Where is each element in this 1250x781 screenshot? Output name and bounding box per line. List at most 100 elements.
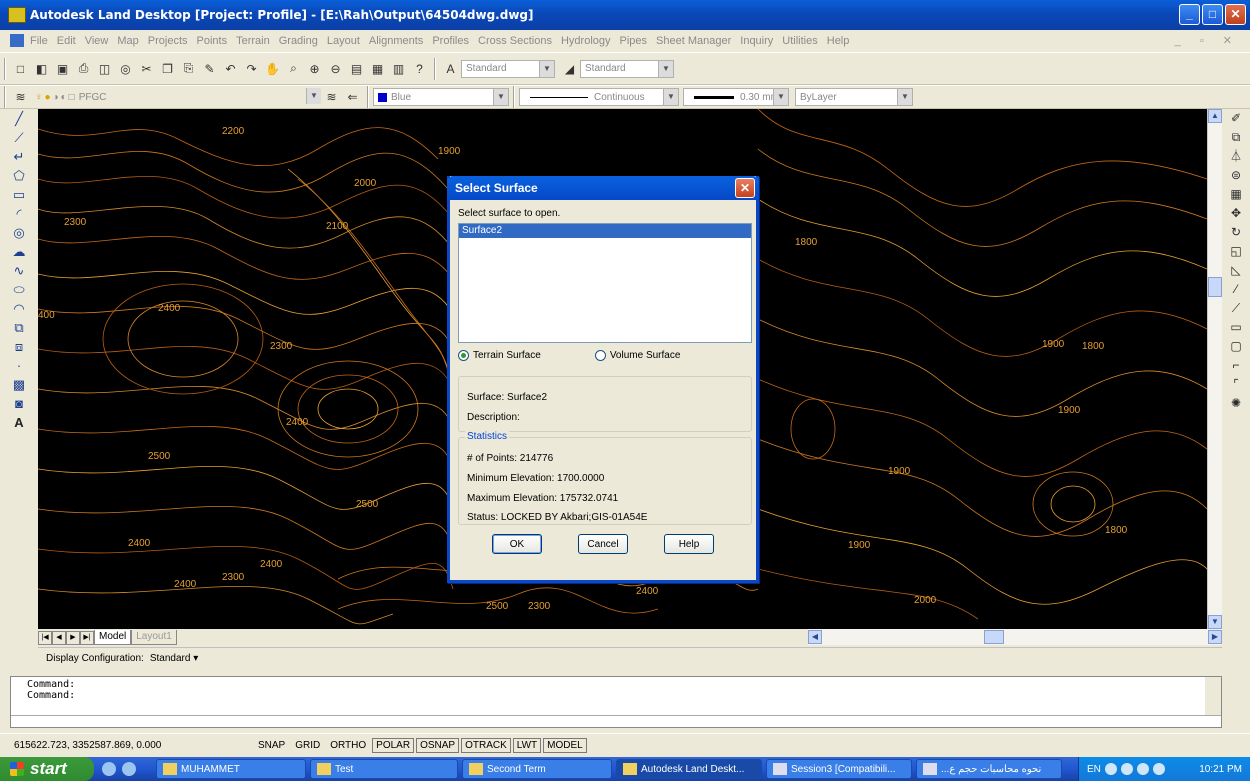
menu-points[interactable]: Points: [197, 35, 228, 47]
menu-cross-sections[interactable]: Cross Sections: [478, 35, 552, 47]
scroll-right-button[interactable]: ▶: [1208, 630, 1222, 644]
scale-icon[interactable]: ◱: [1222, 242, 1250, 261]
text-style-select[interactable]: Standard ▼: [461, 59, 555, 78]
extend-icon[interactable]: ⟋: [1222, 299, 1250, 318]
stretch-icon[interactable]: ◺: [1222, 261, 1250, 280]
ok-button[interactable]: OK: [492, 534, 542, 554]
color-select[interactable]: Blue ▼: [373, 88, 509, 106]
preview-icon[interactable]: ◫: [96, 60, 113, 77]
menu-view[interactable]: View: [85, 35, 109, 47]
scroll-left-button[interactable]: ◀: [808, 630, 822, 644]
command-window[interactable]: Command: Command:: [10, 676, 1222, 728]
menu-pipes[interactable]: Pipes: [620, 35, 648, 47]
zoom-window-icon[interactable]: ⊕: [306, 60, 323, 77]
array-icon[interactable]: ▦: [1222, 185, 1250, 204]
maximize-button[interactable]: □: [1202, 4, 1223, 25]
layer-previous-icon[interactable]: ⇐: [344, 89, 361, 106]
tool-palette-icon[interactable]: ▥: [390, 60, 407, 77]
menu-file[interactable]: File: [30, 35, 48, 47]
print-icon[interactable]: ⎙: [75, 60, 92, 77]
last-tab-button[interactable]: ▶|: [80, 630, 94, 645]
publish-icon[interactable]: ◎: [117, 60, 134, 77]
chamfer-icon[interactable]: ⌐: [1222, 356, 1250, 375]
prev-tab-button[interactable]: ◀: [52, 630, 66, 645]
paste-icon[interactable]: ⎘: [180, 60, 197, 77]
command-input[interactable]: [11, 715, 1221, 727]
construction-line-icon[interactable]: ⟋: [0, 128, 38, 147]
lwt-toggle[interactable]: LWT: [512, 738, 542, 753]
properties-icon[interactable]: ▤: [348, 60, 365, 77]
task-session3[interactable]: Session3 [Compatibili...: [766, 759, 912, 779]
save-icon[interactable]: ▣: [54, 60, 71, 77]
menu-help[interactable]: Help: [827, 35, 850, 47]
task-test[interactable]: Test: [310, 759, 458, 779]
move-icon[interactable]: ✥: [1222, 204, 1250, 223]
join-icon[interactable]: ▢: [1222, 337, 1250, 356]
horizontal-scrollbar[interactable]: ◀ ▶: [808, 629, 1222, 645]
task-autodesk[interactable]: Autodesk Land Deskt...: [616, 759, 762, 779]
region-icon[interactable]: ◙: [0, 394, 38, 413]
start-button[interactable]: start: [0, 757, 94, 781]
tab-model[interactable]: Model: [94, 630, 132, 645]
explode-icon[interactable]: ✺: [1222, 394, 1250, 413]
copy-object-icon[interactable]: ⧉: [1222, 128, 1250, 147]
rectangle-icon[interactable]: ▭: [0, 185, 38, 204]
vertical-scrollbar[interactable]: ▲ ▼: [1207, 109, 1222, 629]
otrack-toggle[interactable]: OTRACK: [461, 738, 511, 753]
revision-cloud-icon[interactable]: ☁: [0, 242, 38, 261]
cancel-button[interactable]: Cancel: [578, 534, 628, 554]
open-icon[interactable]: ◧: [33, 60, 50, 77]
arc-icon[interactable]: ◜: [0, 204, 38, 223]
undo-icon[interactable]: ↶: [222, 60, 239, 77]
match-icon[interactable]: ✎: [201, 60, 218, 77]
menu-sheet-manager[interactable]: Sheet Manager: [656, 35, 731, 47]
minimize-button[interactable]: _: [1179, 4, 1200, 25]
volume-icon[interactable]: [1120, 763, 1133, 775]
cut-icon[interactable]: ✂: [138, 60, 155, 77]
scroll-up-button[interactable]: ▲: [1208, 109, 1222, 123]
zoom-previous-icon[interactable]: ⊖: [327, 60, 344, 77]
ie-icon[interactable]: [102, 762, 116, 776]
menu-inquiry[interactable]: Inquiry: [740, 35, 773, 47]
tray-app-icon[interactable]: [1136, 763, 1149, 775]
menu-hydrology[interactable]: Hydrology: [561, 35, 611, 47]
menu-layout[interactable]: Layout: [327, 35, 360, 47]
next-tab-button[interactable]: ▶: [66, 630, 80, 645]
insert-block-icon[interactable]: ⧉: [0, 318, 38, 337]
hatch-icon[interactable]: ▩: [0, 375, 38, 394]
design-center-icon[interactable]: ▦: [369, 60, 386, 77]
browser-icon[interactable]: [122, 762, 136, 776]
plotstyle-select[interactable]: ByLayer ▼: [795, 88, 913, 106]
dimension-style-select[interactable]: Standard ▼: [580, 59, 674, 78]
polyline-icon[interactable]: ↵: [0, 147, 38, 166]
grid-toggle[interactable]: GRID: [291, 738, 324, 753]
circle-icon[interactable]: ◎: [0, 223, 38, 242]
ellipse-icon[interactable]: ⬭: [0, 280, 38, 299]
multiline-text-icon[interactable]: A: [0, 413, 38, 432]
tray-arrow-icon[interactable]: [1104, 763, 1117, 775]
scroll-down-button[interactable]: ▼: [1208, 615, 1222, 629]
snap-toggle[interactable]: SNAP: [254, 738, 289, 753]
surface-list[interactable]: Surface2: [458, 223, 752, 343]
line-icon[interactable]: ╱: [0, 109, 38, 128]
break-icon[interactable]: ▭: [1222, 318, 1250, 337]
pan-icon[interactable]: ✋: [264, 60, 281, 77]
menu-profiles[interactable]: Profiles: [432, 35, 469, 47]
linetype-select[interactable]: Continuous ▼: [519, 88, 679, 106]
task-second-term[interactable]: Second Term: [462, 759, 612, 779]
volume-surface-radio[interactable]: Volume Surface: [594, 350, 680, 361]
close-button[interactable]: ✕: [1225, 4, 1246, 25]
terrain-surface-radio[interactable]: Terrain Surface: [458, 350, 541, 361]
trim-icon[interactable]: ⁄: [1222, 280, 1250, 299]
copy-icon[interactable]: ❐: [159, 60, 176, 77]
menu-grading[interactable]: Grading: [279, 35, 318, 47]
mdi-controls[interactable]: _ ▫ ✕: [1175, 34, 1240, 47]
document-icon[interactable]: [10, 34, 24, 47]
ellipse-arc-icon[interactable]: ◠: [0, 299, 38, 318]
make-layer-current-icon[interactable]: ≋: [323, 89, 340, 106]
help-icon[interactable]: ?: [411, 60, 428, 77]
spline-icon[interactable]: ∿: [0, 261, 38, 280]
layer-manager-icon[interactable]: ≋: [12, 89, 29, 106]
menu-projects[interactable]: Projects: [148, 35, 188, 47]
erase-icon[interactable]: ✐: [1222, 109, 1250, 128]
